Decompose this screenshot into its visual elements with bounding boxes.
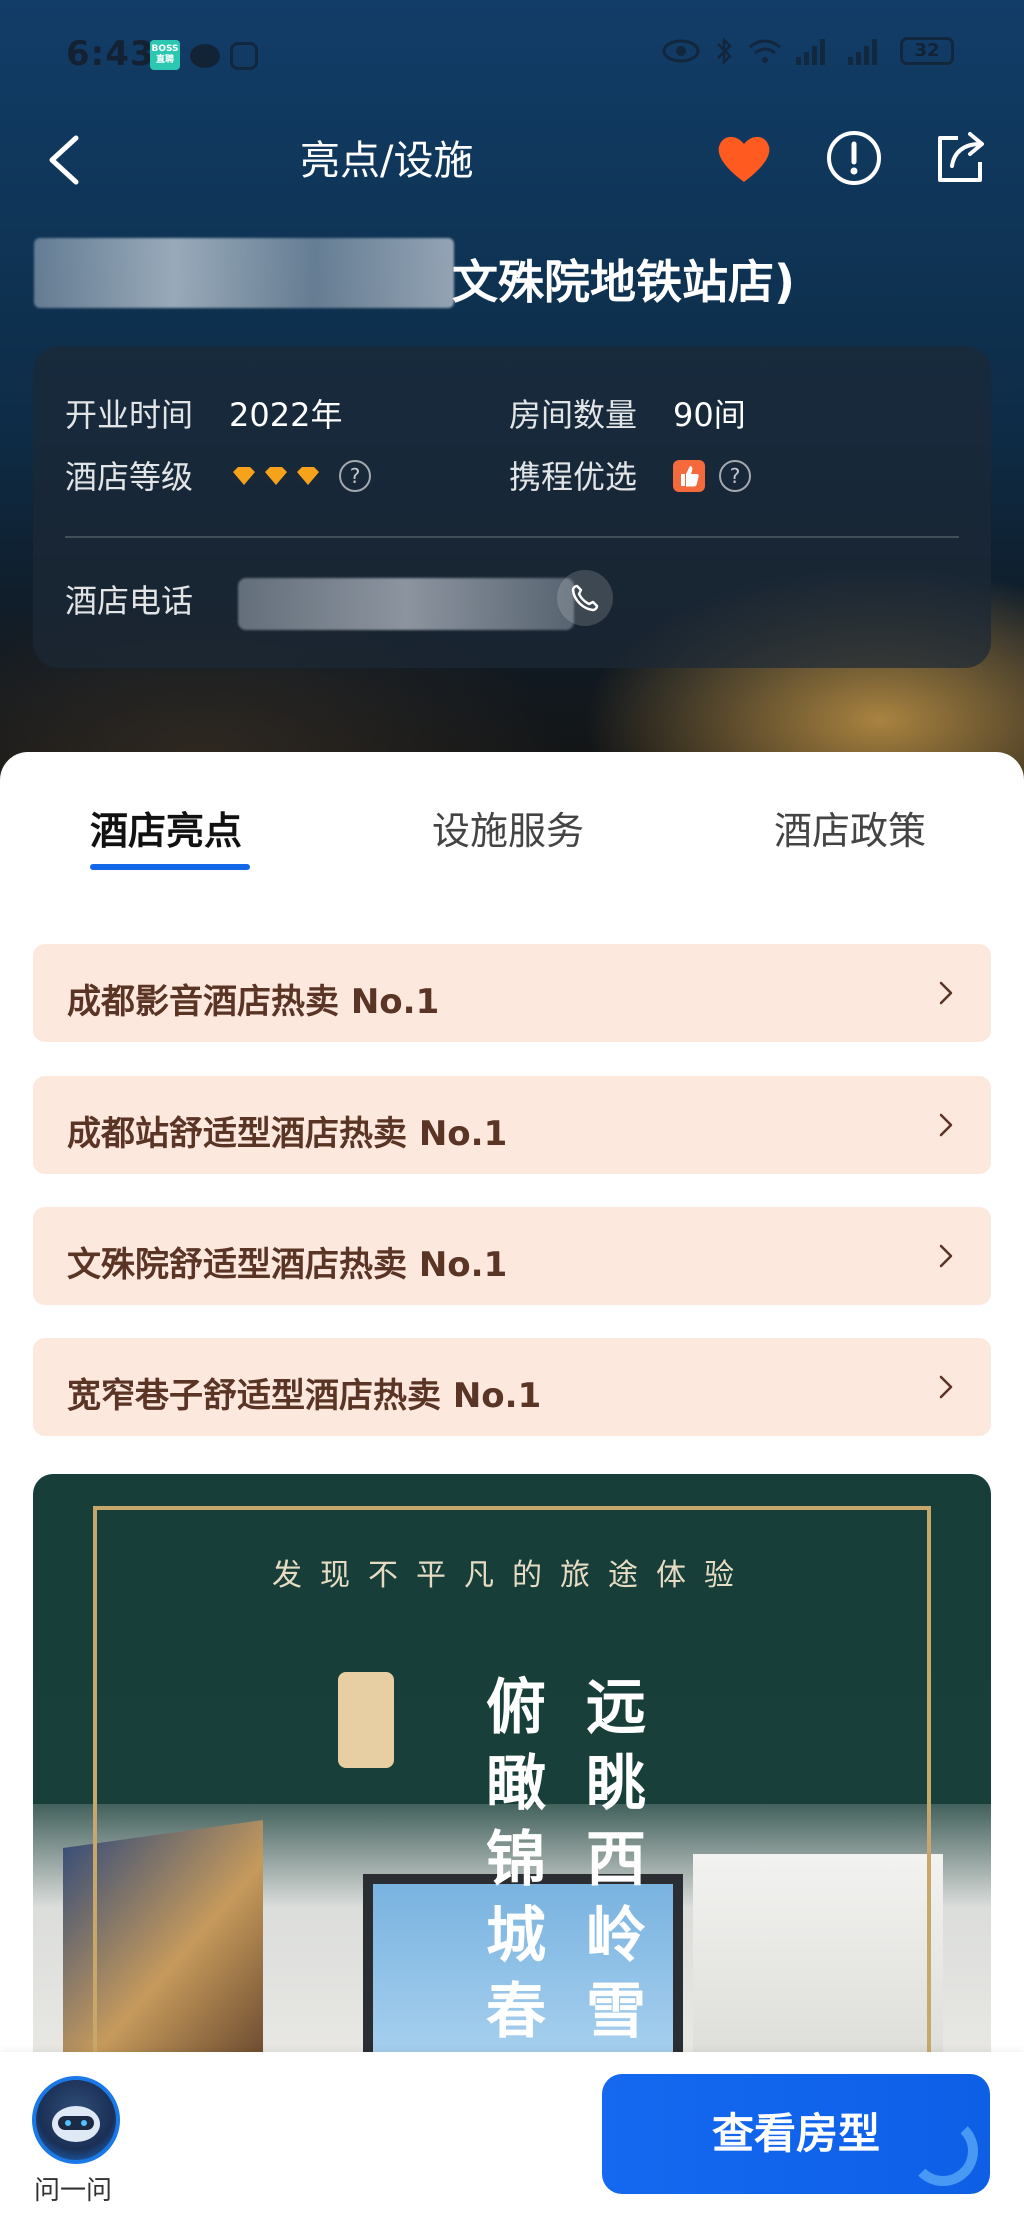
preferred-help-icon[interactable]: ?: [719, 460, 751, 492]
open-year-label: 开业时间: [65, 396, 194, 434]
vertical-char: 瞰: [486, 1749, 546, 1819]
back-arrow-icon: [49, 135, 79, 185]
favorite-button[interactable]: [712, 126, 776, 190]
share-button[interactable]: [928, 126, 992, 190]
promo-banner-image[interactable]: 发现不平凡的旅途体验 俯瞰锦城春 远眺西岭雪: [33, 1474, 991, 2054]
view-room-types-button[interactable]: 查看房型: [602, 2074, 990, 2194]
system-notification-icon: [230, 42, 258, 70]
back-button[interactable]: [38, 130, 98, 190]
button-decoration: [908, 2116, 978, 2186]
signal-icon-2: [848, 37, 886, 65]
vertical-char: 远: [586, 1673, 646, 1743]
battery-indicator: 32: [900, 37, 954, 65]
wifi-icon: [749, 39, 781, 63]
chat-notification-icon: [190, 44, 220, 68]
highlight-item[interactable]: 成都站舒适型酒店热卖 No.1: [33, 1076, 991, 1174]
vertical-char: 锦: [486, 1825, 546, 1895]
seal-logo-icon: [338, 1672, 394, 1768]
vertical-char: 俯: [486, 1673, 546, 1743]
report-button[interactable]: [822, 126, 886, 190]
call-button[interactable]: [557, 570, 613, 626]
chevron-right-icon: [939, 981, 953, 1005]
hotel-grade-label: 酒店等级: [65, 458, 194, 496]
vertical-char: 春: [486, 1977, 546, 2047]
highlight-text: 成都影音酒店热卖 No.1: [67, 982, 440, 1022]
vertical-char: 城: [486, 1901, 546, 1971]
diamond-icon: [297, 467, 319, 485]
diamond-icon: [265, 467, 287, 485]
promo-vertical-text-left: 俯瞰锦城春: [481, 1670, 551, 2050]
hotel-info-card: 开业时间 2022年 房间数量 90间 酒店等级 ? 携程优选 ? 酒店电话: [33, 346, 991, 668]
status-bar: 6:43 BOSS直聘 32: [0, 0, 1024, 112]
thumbs-up-icon: [673, 460, 705, 492]
highlight-item[interactable]: 成都影音酒店热卖 No.1: [33, 944, 991, 1042]
tab-policies[interactable]: 酒店政策: [774, 800, 926, 855]
highlight-item[interactable]: 宽窄巷子舒适型酒店热卖 No.1: [33, 1338, 991, 1436]
hotel-name-redacted: [34, 238, 454, 308]
diamond-icon: [233, 467, 255, 485]
info-icon: [827, 131, 881, 185]
heart-icon: [718, 136, 770, 182]
assistant-label: 问一问: [34, 2176, 113, 2206]
active-tab-indicator: [90, 864, 250, 870]
highlight-text: 成都站舒适型酒店热卖 No.1: [67, 1114, 508, 1154]
assistant-avatar[interactable]: [32, 2076, 120, 2164]
promo-vertical-text-right: 远眺西岭雪: [581, 1670, 651, 2050]
room-count-label: 房间数量: [509, 396, 638, 434]
highlight-text: 宽窄巷子舒适型酒店热卖 No.1: [67, 1376, 542, 1416]
phone-icon: [571, 584, 599, 612]
thumbs-up-glyph: [681, 466, 699, 487]
phone-label: 酒店电话: [65, 582, 194, 620]
page-title: 亮点/设施: [300, 138, 474, 184]
bottom-action-bar: 问一问 查看房型: [0, 2052, 1024, 2219]
open-year-value: 2022年: [229, 396, 343, 434]
vertical-char: 西: [586, 1825, 646, 1895]
hotel-name: 文殊院地铁站店): [452, 255, 796, 309]
room-count-value: 90间: [673, 396, 746, 434]
grade-help-icon[interactable]: ?: [339, 460, 371, 492]
view-room-types-label: 查看房型: [711, 2109, 880, 2158]
signal-icon: [796, 37, 834, 65]
highlight-text: 文殊院舒适型酒店热卖 No.1: [67, 1245, 508, 1285]
status-time: 6:43: [66, 34, 155, 74]
chevron-right-icon: [939, 1244, 953, 1268]
preferred-label: 携程优选: [509, 458, 638, 496]
vertical-char: 雪: [586, 1977, 646, 2047]
phone-number-redacted: [238, 578, 574, 630]
chevron-right-icon: [939, 1375, 953, 1399]
vertical-char: 眺: [586, 1749, 646, 1819]
tab-facilities[interactable]: 设施服务: [432, 800, 584, 855]
tab-hotel-highlights[interactable]: 酒店亮点: [90, 800, 242, 855]
bluetooth-icon: [717, 36, 732, 66]
info-divider: [65, 536, 959, 538]
chevron-right-icon: [939, 1113, 953, 1137]
eye-icon: [662, 39, 700, 63]
robot-icon: [52, 2106, 100, 2142]
boss-app-icon: BOSS直聘: [150, 40, 180, 70]
highlight-item[interactable]: 文殊院舒适型酒店热卖 No.1: [33, 1207, 991, 1305]
promo-tagline: 发现不平凡的旅途体验: [272, 1558, 752, 1593]
vertical-char: 岭: [586, 1901, 646, 1971]
share-icon: [938, 132, 984, 182]
status-right-icons: 32: [662, 36, 954, 66]
